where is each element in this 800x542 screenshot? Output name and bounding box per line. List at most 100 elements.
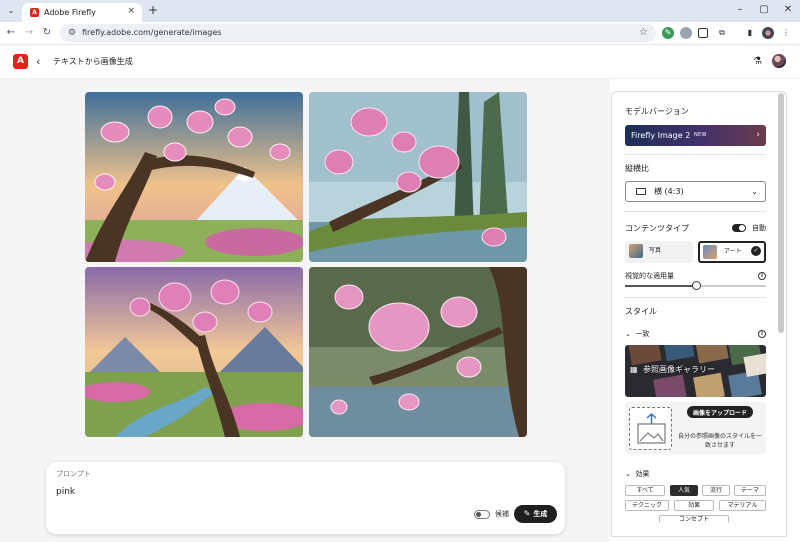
- divider: [624, 154, 766, 155]
- info-icon[interactable]: i: [758, 330, 766, 338]
- suggestions-label: 候補: [495, 510, 509, 518]
- chevron-right-icon: ›: [756, 365, 760, 375]
- generate-edit-icon: ✎: [523, 509, 531, 518]
- match-heading: 一致: [635, 330, 650, 338]
- slider-handle[interactable]: [691, 281, 701, 290]
- match-section-toggle[interactable]: ⌄ 一致: [625, 329, 649, 339]
- style-title: スタイル: [625, 307, 657, 316]
- extension-terminal-icon[interactable]: [698, 28, 708, 38]
- suggestions-toggle[interactable]: [474, 510, 490, 519]
- style-upload-area: 画像をアップロード 自分の参照画像のスタイルを一致させます: [625, 402, 766, 454]
- extension-green-icon[interactable]: ✎: [662, 27, 674, 39]
- art-thumbnail: [703, 245, 717, 259]
- tab-search-chevron-icon[interactable]: ⌄: [4, 4, 18, 18]
- main-canvas-area: プロンプト 候補 ✎生成: [0, 79, 610, 542]
- address-bar[interactable]: ⚙ firefly.adobe.com/generate/images ☆: [60, 24, 656, 42]
- visual-intensity-label: 視覚的な適用量: [625, 272, 674, 280]
- effect-chip-theme[interactable]: テーマ: [734, 485, 766, 496]
- upload-description: 自分の参照画像のスタイルを一致させます: [677, 433, 762, 449]
- window-minimize-icon[interactable]: –: [732, 3, 748, 17]
- new-badge: NEW: [694, 132, 707, 138]
- generate-button[interactable]: ✎ 生成: [514, 505, 557, 523]
- check-icon: ✓: [751, 246, 761, 256]
- upload-image-button[interactable]: 画像をアップロード: [687, 406, 753, 418]
- adobe-logo-icon[interactable]: A: [13, 54, 28, 69]
- browser-tab-bar: ⌄ A Adobe Firefly × + – ▢ ✕: [0, 0, 800, 22]
- photo-thumbnail: [629, 244, 643, 258]
- magnolia-image-1: [85, 92, 303, 262]
- magnolia-image-3: [85, 267, 303, 437]
- magnolia-image-2: [309, 92, 527, 262]
- visual-intensity-slider[interactable]: [625, 281, 766, 290]
- forward-arrow-icon[interactable]: →: [22, 26, 36, 40]
- extension-gray-icon[interactable]: [680, 27, 692, 39]
- content-type-photo-label: 写真: [649, 247, 662, 254]
- effect-chip-concept[interactable]: コンセプト: [659, 515, 729, 523]
- content-type-art-label: アート: [724, 248, 742, 255]
- info-icon[interactable]: i: [758, 272, 766, 280]
- browser-tab[interactable]: A Adobe Firefly ×: [22, 3, 142, 22]
- content-type-art[interactable]: アート ✓: [698, 241, 766, 263]
- aspect-ratio-title: 縦横比: [625, 164, 649, 173]
- tab-close-icon[interactable]: ×: [127, 6, 135, 17]
- aspect-ratio-value: 横 (4:3): [654, 187, 684, 196]
- extensions-puzzle-icon[interactable]: ⧉: [716, 27, 728, 39]
- generated-image-2[interactable]: [309, 92, 527, 262]
- browser-menu-icon[interactable]: ⋮: [780, 27, 792, 39]
- landscape-icon: [636, 188, 646, 195]
- window-close-icon[interactable]: ✕: [780, 3, 796, 17]
- bookmark-star-icon[interactable]: ☆: [639, 26, 648, 39]
- model-version-title: モデルバージョン: [625, 107, 689, 116]
- prompt-input[interactable]: [56, 486, 356, 498]
- adobe-favicon-icon: A: [30, 8, 39, 17]
- slider-fill: [625, 285, 696, 287]
- generated-image-4[interactable]: [309, 267, 527, 437]
- side-panel-icon[interactable]: ▮: [744, 27, 756, 39]
- user-avatar[interactable]: [772, 54, 786, 68]
- effect-chip-all[interactable]: すべて: [625, 485, 665, 496]
- chevron-down-icon: ⌄: [625, 470, 631, 478]
- tab-title: Adobe Firefly: [44, 8, 96, 17]
- image-upload-icon: [637, 413, 666, 444]
- content-type-photo[interactable]: 写真: [625, 241, 693, 263]
- back-arrow-icon[interactable]: ←: [4, 26, 18, 40]
- beta-flask-icon[interactable]: ⚗: [753, 55, 762, 68]
- chevron-right-icon: ›: [756, 130, 760, 140]
- aspect-ratio-select[interactable]: 横 (4:3) ⌄: [625, 181, 766, 202]
- prompt-label: プロンプト: [56, 470, 91, 478]
- chevron-down-icon: ⌄: [625, 330, 631, 338]
- new-tab-plus-icon[interactable]: +: [146, 4, 160, 18]
- chevron-down-icon: ⌄: [751, 187, 758, 196]
- site-info-icon[interactable]: ⚙: [68, 27, 76, 39]
- effect-chip-trending[interactable]: 流行: [702, 485, 730, 496]
- panel-scrollbar-thumb[interactable]: [778, 93, 784, 333]
- content-type-title: コンテンツタイプ: [625, 224, 689, 233]
- model-version-card[interactable]: Firefly Image 2 NEW ›: [625, 125, 766, 146]
- reference-gallery-card[interactable]: ▦ 参照画像ギャラリー ›: [625, 345, 766, 397]
- page-title: テキストから画像生成: [53, 57, 133, 66]
- effect-chip-material[interactable]: マテリアル: [719, 500, 766, 511]
- back-chevron-icon[interactable]: ‹: [36, 54, 40, 69]
- model-name: Firefly Image 2: [631, 131, 691, 140]
- url-text[interactable]: firefly.adobe.com/generate/images: [82, 27, 221, 39]
- upload-dropzone[interactable]: [629, 407, 672, 450]
- reload-icon[interactable]: ↻: [40, 26, 54, 40]
- generated-image-3[interactable]: [85, 267, 303, 437]
- divider: [624, 211, 766, 212]
- effects-heading: 効果: [635, 470, 650, 478]
- settings-panel: モデルバージョン Firefly Image 2 NEW › 縦横比 横 (4:…: [611, 91, 787, 537]
- effect-chip-popular[interactable]: 人気: [670, 485, 698, 496]
- effect-chip-technique[interactable]: テクニック: [625, 500, 669, 511]
- magnolia-image-4: [309, 267, 527, 437]
- auto-label: 自動: [752, 224, 766, 232]
- effects-section-toggle[interactable]: ⌄ 効果: [625, 469, 649, 479]
- window-maximize-icon[interactable]: ▢: [756, 3, 772, 17]
- reference-gallery-label: 参照画像ギャラリー: [643, 365, 715, 374]
- generated-image-1[interactable]: [85, 92, 303, 262]
- effect-chip-effect[interactable]: 効果: [674, 500, 714, 511]
- browser-toolbar: ← → ↻ ⚙ firefly.adobe.com/generate/image…: [0, 22, 800, 45]
- generate-label: 生成: [533, 510, 548, 518]
- auto-toggle[interactable]: [732, 224, 746, 232]
- divider: [624, 297, 766, 298]
- profile-avatar[interactable]: [762, 27, 774, 39]
